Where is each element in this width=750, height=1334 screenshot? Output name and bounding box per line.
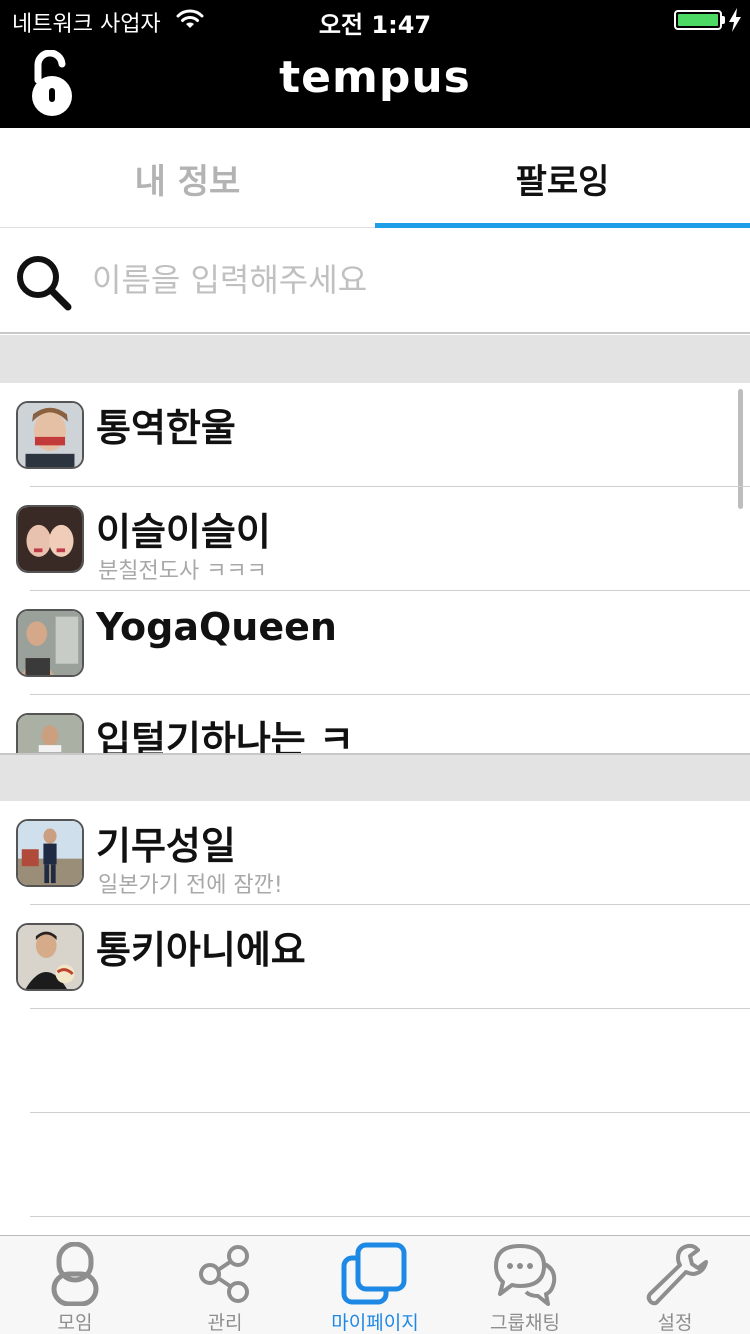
- divider: [30, 1216, 750, 1217]
- avatar: [16, 401, 84, 469]
- active-tab-indicator: [375, 223, 750, 228]
- avatar: [16, 609, 84, 677]
- search-bar: [0, 229, 750, 334]
- battery-icon: [674, 10, 722, 30]
- user-name: 입털기하나는 ㅋ: [96, 718, 354, 753]
- status-time: 오전 1:47: [318, 11, 432, 39]
- tab-my-info[interactable]: 내 정보: [0, 128, 375, 228]
- following-list: 통역한울 이슬이슬이 분칠전도사 ㅋㅋㅋ YogaQueen 입털기하나는 ㅋ: [0, 383, 750, 753]
- share-icon: [199, 1245, 249, 1303]
- list-item[interactable]: 통역한울: [0, 383, 750, 487]
- following-list: 기무성일 일본가기 전에 잠깐! 통키아니에요: [0, 801, 750, 1235]
- battery-tip: [722, 16, 725, 24]
- list-item[interactable]: 기무성일 일본가기 전에 잠깐!: [0, 801, 750, 905]
- user-name: 통키아니에요: [96, 928, 306, 972]
- avatar: [16, 713, 84, 753]
- search-icon: [17, 256, 72, 311]
- tabbar-label: 모임: [57, 1312, 93, 1334]
- tab-following[interactable]: 팔로잉: [375, 128, 750, 228]
- section-header: [0, 335, 750, 383]
- user-name: 이슬이슬이: [96, 510, 271, 554]
- avatar: [16, 819, 84, 887]
- bottom-tab-bar: 모임 관리 마이페이지 그룹채팅 설정: [0, 1235, 750, 1334]
- empty-row: [0, 1113, 750, 1217]
- avatar: [16, 505, 84, 573]
- list-item[interactable]: 통키아니에요: [0, 905, 750, 1009]
- user-status-message: 분칠전도사 ㅋㅋㅋ: [98, 559, 267, 584]
- tabbar-item-manage[interactable]: 관리: [150, 1236, 300, 1334]
- avatar: [16, 923, 84, 991]
- chat-bubbles-icon: [494, 1244, 557, 1306]
- tabbar-label: 그룹채팅: [490, 1312, 560, 1334]
- section-header: [0, 753, 750, 801]
- status-bar: 네트워크 사업자 오전 1:47: [0, 0, 750, 40]
- wrench-icon: [646, 1243, 708, 1306]
- user-name: YogaQueen: [96, 605, 337, 649]
- tabbar-label: 설정: [657, 1312, 693, 1334]
- user-status-message: 일본가기 전에 잠깐!: [98, 873, 283, 898]
- squares-icon: [341, 1242, 407, 1305]
- list-item[interactable]: 입털기하나는 ㅋ: [0, 695, 750, 753]
- list-item[interactable]: 이슬이슬이 분칠전도사 ㅋㅋㅋ: [0, 487, 750, 591]
- list-item[interactable]: YogaQueen: [0, 591, 750, 695]
- empty-row: [0, 1009, 750, 1113]
- search-input[interactable]: [92, 255, 732, 305]
- person-icon: [51, 1242, 99, 1306]
- tabbar-item-mypage[interactable]: 마이페이지: [300, 1236, 450, 1334]
- user-name: 기무성일: [96, 824, 236, 868]
- tabbar-item-group-chat[interactable]: 그룹채팅: [450, 1236, 600, 1334]
- tabbar-item-meetings[interactable]: 모임: [0, 1236, 150, 1334]
- tabbar-label: 관리: [207, 1312, 243, 1334]
- user-name: 통역한울: [96, 406, 236, 450]
- segmented-tabs: 내 정보 팔로잉: [0, 128, 750, 228]
- tabbar-label: 마이페이지: [331, 1312, 419, 1334]
- charging-icon: [729, 8, 741, 32]
- nav-bar: tempus: [0, 40, 750, 128]
- tabbar-item-settings[interactable]: 설정: [600, 1236, 750, 1334]
- app-title: tempus: [279, 52, 471, 103]
